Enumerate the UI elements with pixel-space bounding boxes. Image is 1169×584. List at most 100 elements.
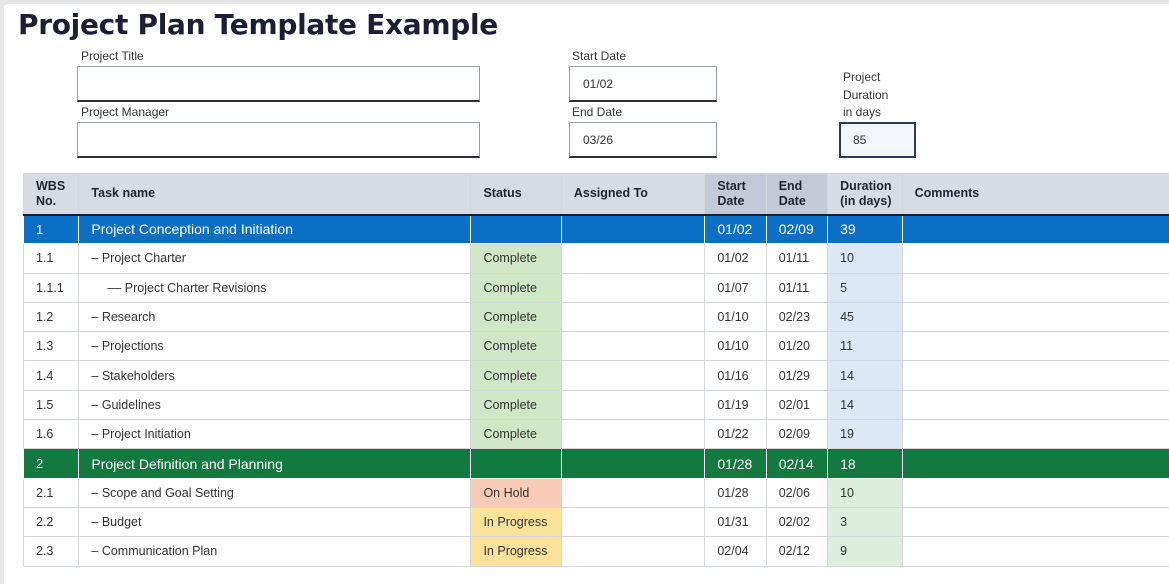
assigned-cell[interactable] (561, 449, 704, 478)
wbs-cell[interactable]: 1.6 (24, 420, 79, 449)
wbs-cell[interactable]: 2.3 (24, 537, 79, 566)
end-date-cell[interactable]: 02/09 (766, 215, 827, 244)
status-cell[interactable] (471, 449, 561, 478)
end-date-cell[interactable]: 02/01 (766, 390, 827, 419)
wbs-cell[interactable]: 1.3 (24, 332, 79, 361)
task-cell[interactable]: – Scope and Goal Setting (79, 478, 471, 507)
task-cell[interactable]: Project Conception and Initiation (79, 215, 471, 244)
end-date-cell[interactable]: 02/14 (766, 449, 827, 478)
start-date-cell[interactable]: 01/07 (705, 273, 766, 302)
status-cell[interactable]: Complete (471, 390, 561, 419)
start-date-cell[interactable]: 01/22 (705, 420, 766, 449)
duration-cell[interactable]: 5 (828, 273, 903, 302)
end-date-cell[interactable]: 01/29 (766, 361, 827, 390)
status-cell[interactable]: Complete (471, 244, 561, 273)
header-comments[interactable]: Comments (902, 174, 1169, 215)
project-duration-field[interactable]: 85 (839, 122, 916, 158)
duration-cell[interactable]: 19 (828, 420, 903, 449)
status-cell[interactable]: Complete (471, 332, 561, 361)
status-cell[interactable]: In Progress (471, 507, 561, 536)
end-date-cell[interactable]: 02/06 (766, 478, 827, 507)
wbs-cell[interactable]: 2.2 (24, 507, 79, 536)
start-date-cell[interactable]: 01/28 (705, 449, 766, 478)
comments-cell[interactable] (902, 478, 1169, 507)
header-assigned-to[interactable]: Assigned To (561, 174, 704, 215)
end-date-cell[interactable]: 02/09 (766, 420, 827, 449)
assigned-cell[interactable] (561, 215, 704, 244)
start-date-cell[interactable]: 01/02 (705, 244, 766, 273)
status-cell[interactable]: In Progress (471, 537, 561, 566)
header-duration[interactable]: Duration(in days) (828, 174, 903, 215)
end-date-cell[interactable]: 01/11 (766, 273, 827, 302)
task-cell[interactable]: – Communication Plan (79, 537, 471, 566)
duration-cell[interactable]: 11 (828, 332, 903, 361)
start-date-field[interactable]: 01/02 (569, 66, 717, 102)
task-cell[interactable]: –– Project Charter Revisions (79, 273, 471, 302)
comments-cell[interactable] (902, 302, 1169, 331)
assigned-cell[interactable] (561, 332, 704, 361)
header-end-date[interactable]: EndDate (766, 174, 827, 215)
status-cell[interactable]: Complete (471, 302, 561, 331)
assigned-cell[interactable] (561, 361, 704, 390)
end-date-cell[interactable]: 02/12 (766, 537, 827, 566)
end-date-cell[interactable]: 02/23 (766, 302, 827, 331)
duration-cell[interactable]: 14 (828, 390, 903, 419)
comments-cell[interactable] (902, 390, 1169, 419)
comments-cell[interactable] (902, 507, 1169, 536)
comments-cell[interactable] (902, 537, 1169, 566)
task-cell[interactable]: Project Definition and Planning (79, 449, 471, 478)
wbs-cell[interactable]: 1 (24, 215, 79, 244)
start-date-cell[interactable]: 01/10 (705, 302, 766, 331)
project-manager-field[interactable] (77, 122, 480, 158)
end-date-cell[interactable]: 01/11 (766, 244, 827, 273)
duration-cell[interactable]: 14 (828, 361, 903, 390)
status-cell[interactable] (471, 215, 561, 244)
duration-cell[interactable]: 10 (828, 478, 903, 507)
wbs-cell[interactable]: 1.1 (24, 244, 79, 273)
assigned-cell[interactable] (561, 537, 704, 566)
start-date-cell[interactable]: 02/04 (705, 537, 766, 566)
header-status[interactable]: Status (471, 174, 561, 215)
status-cell[interactable]: Complete (471, 361, 561, 390)
start-date-cell[interactable]: 01/02 (705, 215, 766, 244)
duration-cell[interactable]: 45 (828, 302, 903, 331)
status-cell[interactable]: On Hold (471, 478, 561, 507)
wbs-cell[interactable]: 1.2 (24, 302, 79, 331)
wbs-cell[interactable]: 1.5 (24, 390, 79, 419)
wbs-cell[interactable]: 2 (24, 449, 79, 478)
end-date-field[interactable]: 03/26 (569, 122, 717, 158)
header-start-date[interactable]: StartDate (705, 174, 766, 215)
assigned-cell[interactable] (561, 420, 704, 449)
comments-cell[interactable] (902, 420, 1169, 449)
start-date-cell[interactable]: 01/19 (705, 390, 766, 419)
header-task-name[interactable]: Task name (79, 174, 471, 215)
header-wbs[interactable]: WBSNo. (24, 174, 79, 215)
task-cell[interactable]: – Research (79, 302, 471, 331)
duration-cell[interactable]: 10 (828, 244, 903, 273)
task-cell[interactable]: – Project Charter (79, 244, 471, 273)
start-date-cell[interactable]: 01/31 (705, 507, 766, 536)
wbs-cell[interactable]: 2.1 (24, 478, 79, 507)
start-date-cell[interactable]: 01/28 (705, 478, 766, 507)
comments-cell[interactable] (902, 449, 1169, 478)
task-cell[interactable]: – Projections (79, 332, 471, 361)
assigned-cell[interactable] (561, 302, 704, 331)
task-cell[interactable]: – Project Initiation (79, 420, 471, 449)
wbs-cell[interactable]: 1.1.1 (24, 273, 79, 302)
duration-cell[interactable]: 18 (828, 449, 903, 478)
start-date-cell[interactable]: 01/10 (705, 332, 766, 361)
end-date-cell[interactable]: 02/02 (766, 507, 827, 536)
end-date-cell[interactable]: 01/20 (766, 332, 827, 361)
status-cell[interactable]: Complete (471, 420, 561, 449)
comments-cell[interactable] (902, 273, 1169, 302)
assigned-cell[interactable] (561, 273, 704, 302)
comments-cell[interactable] (902, 361, 1169, 390)
comments-cell[interactable] (902, 332, 1169, 361)
comments-cell[interactable] (902, 244, 1169, 273)
task-cell[interactable]: – Budget (79, 507, 471, 536)
task-cell[interactable]: – Guidelines (79, 390, 471, 419)
assigned-cell[interactable] (561, 390, 704, 419)
assigned-cell[interactable] (561, 507, 704, 536)
wbs-cell[interactable]: 1.4 (24, 361, 79, 390)
duration-cell[interactable]: 3 (828, 507, 903, 536)
